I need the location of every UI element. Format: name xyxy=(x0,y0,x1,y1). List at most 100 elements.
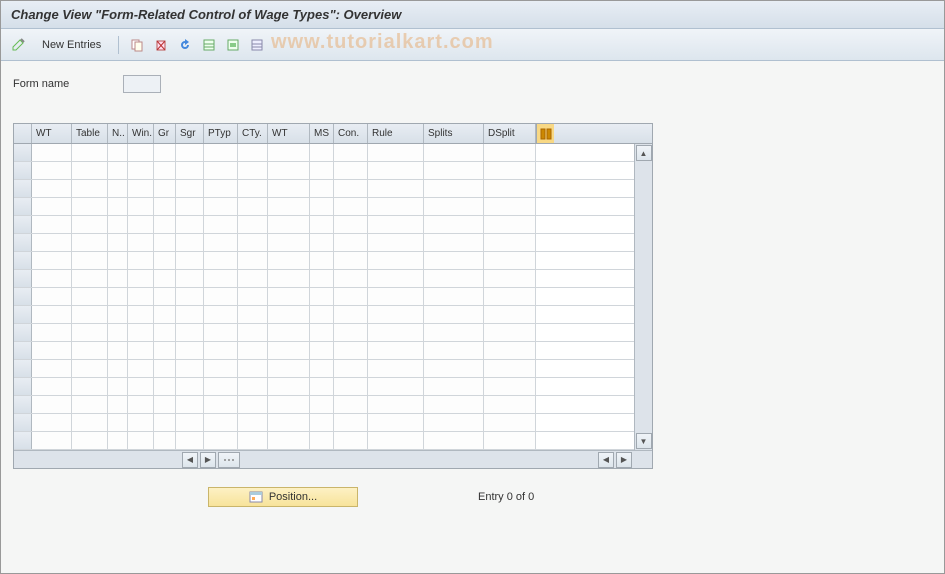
cell-gr[interactable] xyxy=(154,270,176,287)
table-row[interactable] xyxy=(14,252,634,270)
cell-sgr[interactable] xyxy=(176,162,204,179)
cell-gr[interactable] xyxy=(154,288,176,305)
column-header-con[interactable]: Con. xyxy=(334,124,368,143)
cell-n[interactable] xyxy=(108,342,128,359)
table-row[interactable] xyxy=(14,306,634,324)
cell-ptyp[interactable] xyxy=(204,144,238,161)
cell-rule[interactable] xyxy=(368,252,424,269)
cell-table[interactable] xyxy=(72,324,108,341)
cell-splits[interactable] xyxy=(424,144,484,161)
cell-cty[interactable] xyxy=(238,180,268,197)
table-row[interactable] xyxy=(14,198,634,216)
cell-win[interactable] xyxy=(128,378,154,395)
cell-splits[interactable] xyxy=(424,324,484,341)
column-header-win[interactable]: Win. xyxy=(128,124,154,143)
table-row[interactable] xyxy=(14,342,634,360)
scroll-right-icon[interactable]: ▶ xyxy=(200,452,216,468)
cell-dsplit[interactable] xyxy=(484,324,536,341)
delete-icon[interactable] xyxy=(151,35,171,55)
row-selector[interactable] xyxy=(14,342,32,359)
cell-cty[interactable] xyxy=(238,342,268,359)
form-name-input[interactable] xyxy=(123,75,161,93)
cell-rule[interactable] xyxy=(368,396,424,413)
cell-con[interactable] xyxy=(334,198,368,215)
cell-n[interactable] xyxy=(108,270,128,287)
cell-ms[interactable] xyxy=(310,180,334,197)
cell-sgr[interactable] xyxy=(176,414,204,431)
cell-gr[interactable] xyxy=(154,180,176,197)
cell-splits[interactable] xyxy=(424,252,484,269)
cell-wt1[interactable] xyxy=(32,432,72,449)
cell-wt1[interactable] xyxy=(32,216,72,233)
cell-dsplit[interactable] xyxy=(484,360,536,377)
cell-ptyp[interactable] xyxy=(204,180,238,197)
row-selector[interactable] xyxy=(14,360,32,377)
row-selector[interactable] xyxy=(14,432,32,449)
cell-ms[interactable] xyxy=(310,234,334,251)
cell-wt2[interactable] xyxy=(268,234,310,251)
cell-ptyp[interactable] xyxy=(204,342,238,359)
cell-dsplit[interactable] xyxy=(484,144,536,161)
cell-gr[interactable] xyxy=(154,252,176,269)
cell-ptyp[interactable] xyxy=(204,162,238,179)
scroll-left-end-icon[interactable]: ◀ xyxy=(598,452,614,468)
cell-ms[interactable] xyxy=(310,252,334,269)
cell-table[interactable] xyxy=(72,216,108,233)
cell-gr[interactable] xyxy=(154,306,176,323)
row-selector[interactable] xyxy=(14,234,32,251)
cell-sgr[interactable] xyxy=(176,198,204,215)
cell-sgr[interactable] xyxy=(176,180,204,197)
cell-n[interactable] xyxy=(108,144,128,161)
cell-table[interactable] xyxy=(72,396,108,413)
cell-gr[interactable] xyxy=(154,144,176,161)
cell-sgr[interactable] xyxy=(176,396,204,413)
cell-table[interactable] xyxy=(72,432,108,449)
cell-n[interactable] xyxy=(108,396,128,413)
cell-table[interactable] xyxy=(72,414,108,431)
cell-wt1[interactable] xyxy=(32,198,72,215)
cell-table[interactable] xyxy=(72,252,108,269)
cell-rule[interactable] xyxy=(368,306,424,323)
cell-rule[interactable] xyxy=(368,144,424,161)
cell-win[interactable] xyxy=(128,342,154,359)
cell-gr[interactable] xyxy=(154,396,176,413)
cell-n[interactable] xyxy=(108,180,128,197)
table-row[interactable] xyxy=(14,144,634,162)
cell-con[interactable] xyxy=(334,288,368,305)
cell-win[interactable] xyxy=(128,360,154,377)
cell-table[interactable] xyxy=(72,342,108,359)
cell-wt2[interactable] xyxy=(268,396,310,413)
cell-rule[interactable] xyxy=(368,414,424,431)
cell-cty[interactable] xyxy=(238,432,268,449)
cell-rule[interactable] xyxy=(368,234,424,251)
cell-con[interactable] xyxy=(334,396,368,413)
cell-dsplit[interactable] xyxy=(484,162,536,179)
cell-con[interactable] xyxy=(334,342,368,359)
cell-splits[interactable] xyxy=(424,216,484,233)
row-selector-header[interactable] xyxy=(14,124,32,143)
cell-con[interactable] xyxy=(334,234,368,251)
cell-splits[interactable] xyxy=(424,198,484,215)
cell-table[interactable] xyxy=(72,288,108,305)
cell-con[interactable] xyxy=(334,414,368,431)
column-header-table[interactable]: Table xyxy=(72,124,108,143)
cell-rule[interactable] xyxy=(368,432,424,449)
copy-icon[interactable] xyxy=(127,35,147,55)
cell-wt1[interactable] xyxy=(32,288,72,305)
column-header-sgr[interactable]: Sgr xyxy=(176,124,204,143)
cell-rule[interactable] xyxy=(368,288,424,305)
cell-cty[interactable] xyxy=(238,414,268,431)
scroll-up-icon[interactable]: ▲ xyxy=(636,145,652,161)
cell-wt1[interactable] xyxy=(32,180,72,197)
cell-gr[interactable] xyxy=(154,360,176,377)
cell-con[interactable] xyxy=(334,378,368,395)
configure-columns-icon[interactable] xyxy=(536,124,554,143)
cell-cty[interactable] xyxy=(238,288,268,305)
cell-cty[interactable] xyxy=(238,360,268,377)
cell-sgr[interactable] xyxy=(176,252,204,269)
cell-gr[interactable] xyxy=(154,342,176,359)
cell-ptyp[interactable] xyxy=(204,306,238,323)
scroll-left-icon[interactable]: ◀ xyxy=(182,452,198,468)
cell-ptyp[interactable] xyxy=(204,234,238,251)
column-header-splits[interactable]: Splits xyxy=(424,124,484,143)
